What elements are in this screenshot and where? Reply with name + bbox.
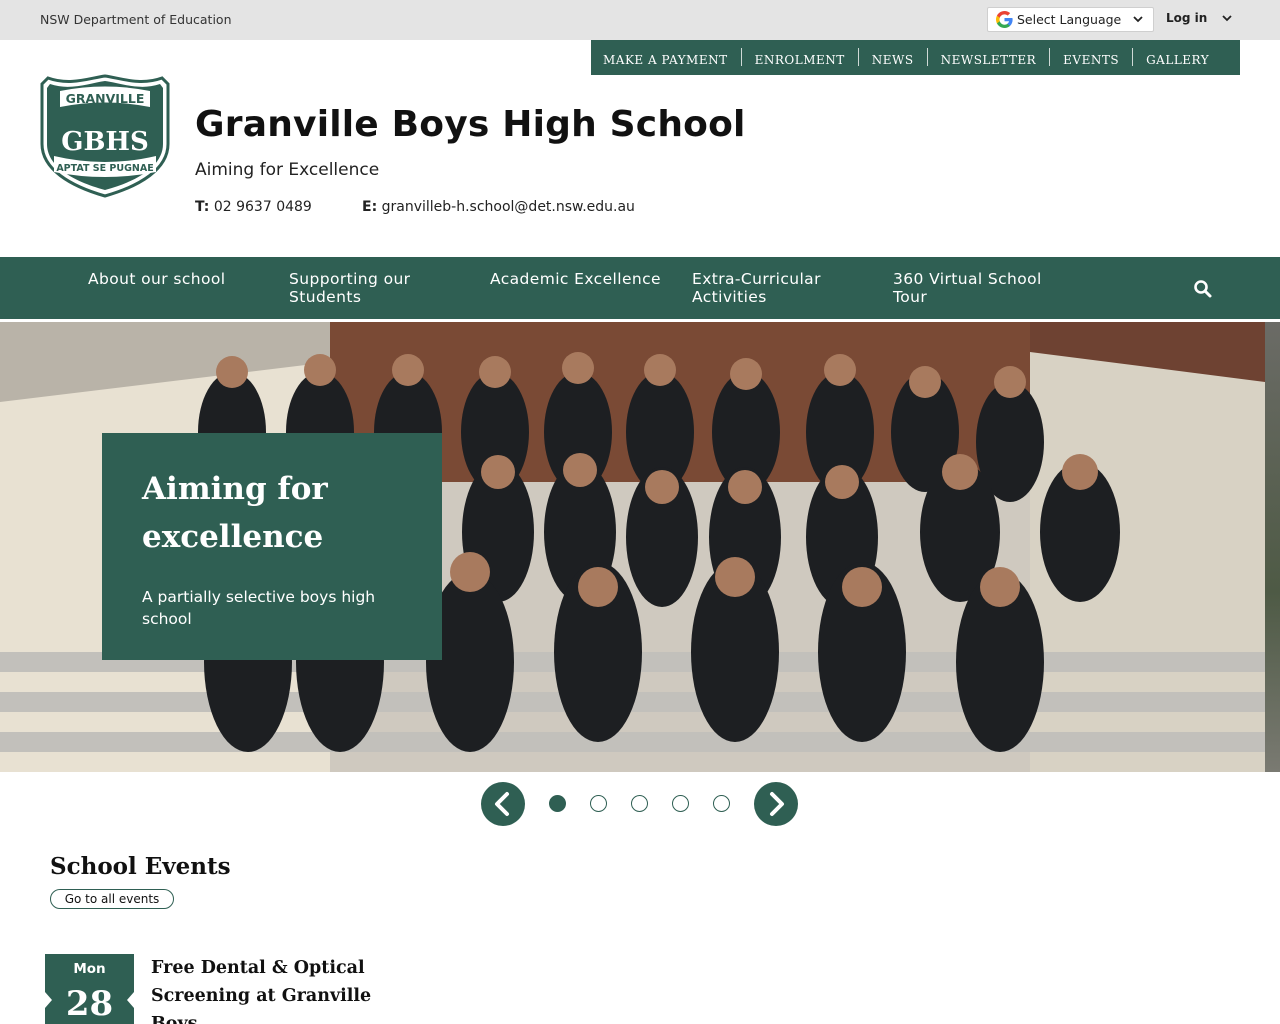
top-bar: NSW Department of Education Select Langu… (0, 0, 1280, 40)
nav-item-label: Academic Excellence (490, 270, 661, 288)
crest-top-text: GRANVILLE (66, 91, 145, 106)
chevron-left-icon (495, 792, 509, 816)
utility-link-enrolment[interactable]: ENROLMENT (755, 53, 858, 67)
school-name[interactable]: Granville Boys High School (195, 104, 746, 145)
nav-item-label: Students (289, 288, 362, 306)
hero-title-line: Aiming for (142, 471, 328, 507)
event-day-number: 28 (65, 984, 114, 1024)
nav-item-label: About our school (88, 270, 226, 288)
carousel-dot-2[interactable] (590, 795, 607, 812)
event-title-line: Free Dental & Optical (151, 958, 365, 978)
nav-item-supporting-our-students[interactable]: Supporting our Students (289, 270, 410, 306)
nav-item-label: Supporting our (289, 270, 411, 288)
nav-item-extra-curricular-activities[interactable]: Extra-Curricular Activities (692, 270, 821, 306)
events-section-title: School Events (50, 853, 231, 880)
badge-notch (45, 992, 52, 1008)
hero-subtitle: A partially selective boys high school (142, 586, 402, 630)
divider (1132, 47, 1134, 66)
nav-item-about-our-school[interactable]: About our school (88, 270, 225, 288)
divider (857, 47, 859, 66)
carousel-dot-5[interactable] (713, 795, 730, 812)
go-to-all-events-button[interactable]: Go to all events (50, 889, 174, 909)
carousel-dot-3[interactable] (631, 795, 648, 812)
school-crest-logo[interactable]: GRANVILLE GBHS APTAT SE PUGNAE (40, 74, 170, 198)
utility-link-make-a-payment[interactable]: MAKE A PAYMENT (603, 53, 741, 67)
nav-item-academic-excellence[interactable]: Academic Excellence (490, 270, 661, 288)
nav-item-label: Activities (692, 288, 767, 306)
nav-item-label: Tour (893, 288, 928, 306)
email-label: E: (362, 199, 378, 215)
utility-link-newsletter[interactable]: NEWSLETTER (941, 53, 1050, 67)
hero-caption: Aiming for excellence A partially select… (102, 433, 442, 660)
carousel-next-button[interactable] (754, 782, 798, 826)
chevron-down-icon (1133, 16, 1143, 23)
carousel-dot-4[interactable] (672, 795, 689, 812)
phone-contact[interactable]: T: 02 9637 0489 (195, 199, 312, 215)
divider (1049, 47, 1051, 66)
divider (740, 47, 742, 66)
next-slide-preview (1265, 322, 1280, 772)
language-select[interactable]: Select Language (987, 7, 1154, 32)
hero-subtitle-line: school (142, 610, 192, 628)
school-tagline: Aiming for Excellence (195, 160, 380, 180)
main-nav: About our school Supporting our Students… (0, 257, 1280, 319)
hero-subtitle-line: A partially selective boys high (142, 588, 376, 606)
google-icon (996, 11, 1013, 28)
chevron-down-icon (1222, 15, 1232, 22)
login-button[interactable]: Log in (1166, 11, 1233, 25)
carousel-dot-1[interactable] (549, 795, 566, 812)
badge-notch (127, 992, 134, 1008)
utility-link-news[interactable]: NEWS (872, 53, 927, 67)
divider (926, 47, 928, 66)
phone-number: 02 9637 0489 (213, 199, 312, 215)
nav-item-label: Extra-Curricular (692, 270, 821, 288)
utility-link-gallery[interactable]: GALLERY (1146, 53, 1222, 67)
nav-item-label: 360 Virtual School (893, 270, 1042, 288)
event-title-line: Screening at Granville (151, 986, 372, 1006)
email-contact[interactable]: E: granvilleb-h.school@det.nsw.edu.au (362, 199, 635, 215)
carousel-prev-button[interactable] (481, 782, 525, 826)
hero-title: Aiming for excellence (142, 465, 402, 561)
crest-motto: APTAT SE PUGNAE (56, 163, 153, 174)
phone-label: T: (195, 199, 210, 215)
department-link[interactable]: NSW Department of Education (40, 12, 232, 27)
utility-nav: MAKE A PAYMENT ENROLMENT NEWS NEWSLETTER… (591, 40, 1240, 75)
event-day-of-week: Mon (73, 961, 106, 977)
crest-monogram: GBHS (61, 127, 149, 157)
event-title-link[interactable]: Free Dental & Optical Screening at Granv… (151, 954, 401, 1024)
language-select-label: Select Language (1017, 12, 1122, 27)
email-address: granvilleb-h.school@det.nsw.edu.au (381, 199, 635, 215)
nav-item-virtual-school-tour[interactable]: 360 Virtual School Tour (893, 270, 1042, 306)
utility-link-events[interactable]: EVENTS (1063, 53, 1132, 67)
event-title-line: Boys (151, 1014, 198, 1024)
chevron-right-icon (770, 792, 784, 816)
hero-title-line: excellence (142, 519, 324, 555)
search-icon[interactable] (1193, 279, 1213, 299)
login-label: Log in (1166, 11, 1208, 25)
event-date-badge: Mon 28 (45, 954, 134, 1024)
